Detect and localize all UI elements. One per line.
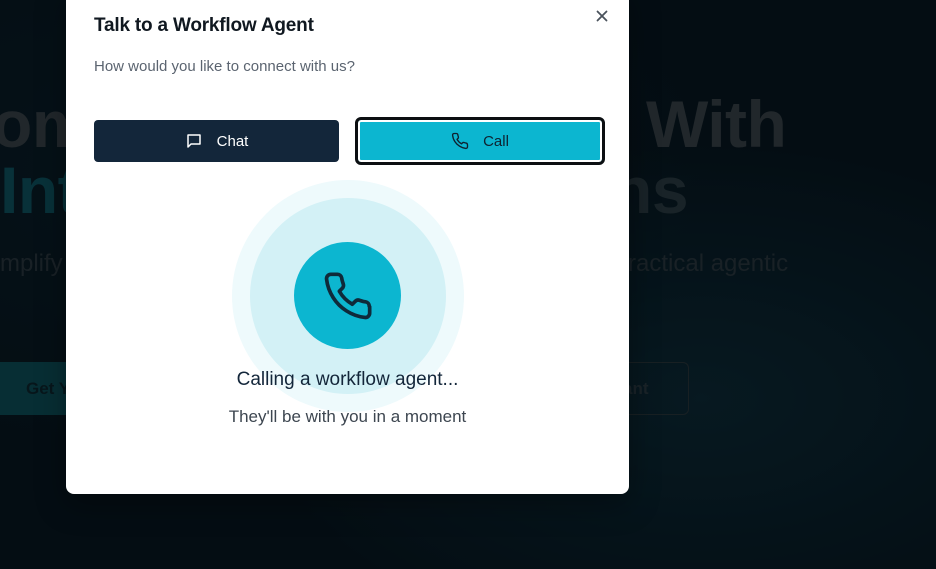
- call-option-button[interactable]: Call: [355, 117, 605, 165]
- close-icon: [596, 10, 608, 22]
- phone-icon: [324, 271, 372, 319]
- calling-status-panel: Calling a workflow agent... They'll be w…: [66, 178, 629, 458]
- message-square-icon: [186, 134, 201, 148]
- calling-phone-badge: [294, 242, 401, 349]
- chat-option-label: Chat: [216, 132, 249, 150]
- phone-icon: [451, 132, 469, 150]
- connect-dialog: Talk to a Workflow Agent How would you l…: [66, 0, 629, 494]
- calling-status-subtitle: They'll be with you in a moment: [228, 407, 467, 426]
- dialog-title: Talk to a Workflow Agent: [94, 15, 314, 36]
- dialog-subtitle: How would you like to connect with us?: [94, 58, 355, 75]
- close-button[interactable]: [592, 6, 612, 26]
- calling-status-title: Calling a workflow agent...: [236, 369, 459, 390]
- chat-option-button[interactable]: Chat: [94, 120, 339, 162]
- call-option-label: Call: [483, 132, 509, 150]
